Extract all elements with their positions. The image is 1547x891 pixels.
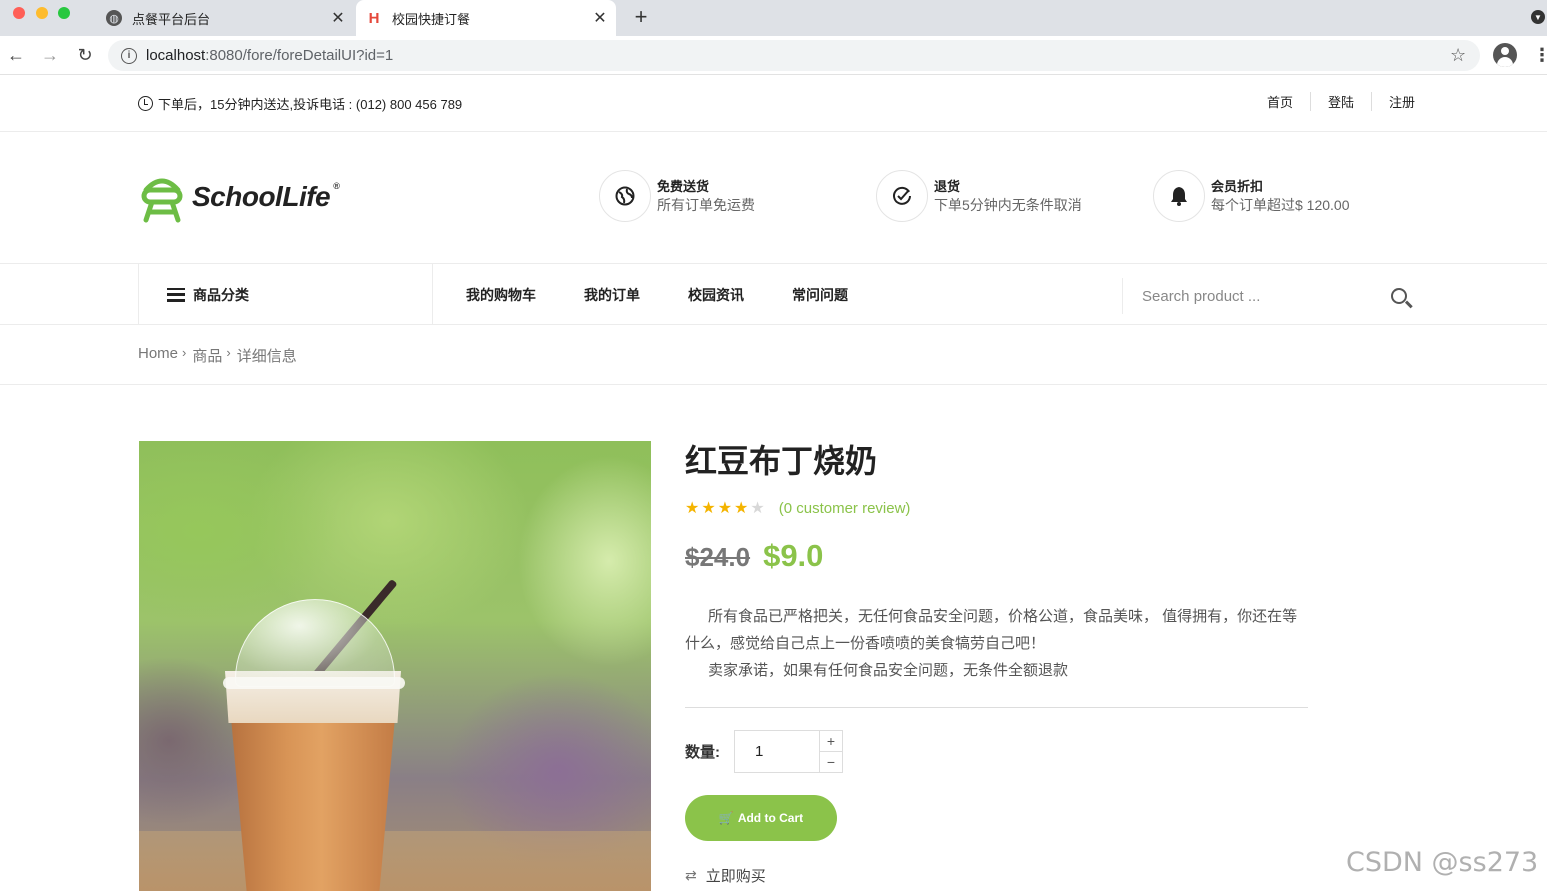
old-price: $24.0 <box>685 542 751 572</box>
close-icon[interactable]: ✕ <box>328 8 348 28</box>
window-zoom-button[interactable] <box>58 7 70 19</box>
description-paragraph: 所有食品已严格把关，无任何食品安全问题，价格公道，食品美味， 值得拥有，你还在等… <box>685 608 1298 652</box>
browser-tab-active[interactable]: H 校园快捷订餐 ✕ <box>356 0 616 36</box>
service-title: 退货 <box>934 179 961 194</box>
description-paragraph: 卖家承诺，如果有任何食品安全问题，无条件全额退款 <box>708 662 1069 679</box>
reload-icon[interactable]: ↻ <box>72 42 98 68</box>
breadcrumb-products[interactable]: 商品 <box>192 345 222 366</box>
close-icon[interactable]: ✕ <box>590 8 610 28</box>
service-desc: 所有订单免运费 <box>657 197 755 213</box>
nav-cart[interactable]: 我的购物车 <box>466 285 536 305</box>
top-links: 首页 登陆 注册 <box>1250 92 1432 111</box>
chevron-right-icon: › <box>182 345 187 360</box>
product-rating: ★ ★ ★ ★ ★ (0 customer review) <box>685 498 910 518</box>
service-desc: 每个订单超过$ 120.00 <box>1211 197 1350 213</box>
add-to-cart-label: Add to Cart <box>737 811 804 825</box>
window-close-button[interactable] <box>13 7 25 19</box>
shuffle-icon: ⇄ <box>685 867 697 883</box>
star-icon: ★ <box>701 500 716 517</box>
url-text[interactable]: localhost:8080/fore/foreDetailUI?id=1 <box>146 47 1450 64</box>
nav-campus-news[interactable]: 校园资讯 <box>688 285 744 305</box>
service-title: 免费送货 <box>657 179 710 194</box>
nav-links: 我的购物车 我的订单 校园资讯 常问问题 <box>466 264 896 325</box>
increment-icon[interactable]: + <box>820 731 842 752</box>
globe-icon: ◍ <box>106 10 122 26</box>
delivery-notice: 下单后，15分钟内送达,投诉电话 : (012) 800 456 789 <box>138 94 462 113</box>
logo-wordmark: SchoolLife ® <box>192 181 340 212</box>
tab-search-icon[interactable]: ▼ <box>1531 10 1545 24</box>
breadcrumb-bar: Home › 商品 › 详细信息 <box>0 325 1547 385</box>
service-title: 会员折扣 <box>1211 179 1264 194</box>
product-description: 所有食品已严格把关，无任何食品安全问题，价格公道，食品美味， 值得拥有，你还在等… <box>685 603 1309 684</box>
nav-orders[interactable]: 我的订单 <box>584 285 640 305</box>
breadcrumb-home[interactable]: Home <box>138 345 178 366</box>
window-minimize-button[interactable] <box>36 7 48 19</box>
product-image <box>139 441 651 891</box>
site-logo[interactable]: SchoolLife ® <box>138 170 340 224</box>
review-count-link[interactable]: (0 customer review) <box>779 500 911 517</box>
category-label: 商品分类 <box>193 286 249 303</box>
bookmark-star-icon[interactable]: ☆ <box>1450 45 1472 66</box>
quantity-stepper: + − <box>820 730 843 773</box>
divider <box>685 707 1308 708</box>
breadcrumb-current: 详细信息 <box>236 348 297 365</box>
globe-icon <box>599 170 651 222</box>
photo-rim <box>223 677 405 689</box>
photo-table <box>139 831 651 891</box>
alarm-clock-icon <box>138 96 153 111</box>
star-icon: ★ <box>685 500 700 517</box>
profile-avatar-icon[interactable] <box>1493 43 1517 67</box>
star-icon: ★ <box>734 500 749 517</box>
register-link[interactable]: 注册 <box>1372 92 1432 111</box>
quantity-input[interactable] <box>734 730 820 773</box>
service-free-shipping: 免费送货 所有订单免运费 <box>599 170 755 222</box>
schoollife-logo-icon <box>141 178 183 223</box>
price-block: $24.0 $9.0 <box>685 538 823 574</box>
decrement-icon[interactable]: − <box>820 752 842 772</box>
chevron-right-icon: › <box>226 345 231 360</box>
buy-now-label: 立即购买 <box>705 868 766 885</box>
site-favicon-icon: H <box>368 9 380 27</box>
hamburger-icon <box>167 287 185 302</box>
product-title: 红豆布丁烧奶 <box>685 443 878 479</box>
service-member-discount: 会员折扣 每个订单超过$ 120.00 <box>1153 170 1350 222</box>
cart-icon: 🛒 <box>718 811 734 825</box>
address-bar[interactable]: i localhost:8080/fore/foreDetailUI?id=1 … <box>108 40 1480 71</box>
browser-tab-bar: ◍ 点餐平台后台 ✕ H 校园快捷订餐 ✕ + ▼ <box>0 0 1547 36</box>
login-link[interactable]: 登陆 <box>1311 92 1373 111</box>
browser-tab-admin[interactable]: ◍ 点餐平台后台 ✕ <box>96 0 354 36</box>
check-circle-icon <box>876 170 928 222</box>
search-icon[interactable] <box>1391 288 1407 304</box>
current-price: $9.0 <box>763 538 824 573</box>
main-navigation: 商品分类 我的购物车 我的订单 校园资讯 常问问题 <box>0 264 1547 325</box>
add-to-cart-button[interactable]: 🛒 Add to Cart <box>685 795 837 841</box>
quantity-label: 数量: <box>685 744 720 761</box>
info-icon[interactable]: i <box>121 47 137 64</box>
buy-now-link[interactable]: ⇄ 立即购买 <box>685 865 766 886</box>
watermark: CSDN @ss273 <box>1346 847 1539 878</box>
star-empty-icon: ★ <box>750 500 765 517</box>
site-top-bar: 下单后，15分钟内送达,投诉电话 : (012) 800 456 789 首页 … <box>0 76 1547 132</box>
quantity-row: 数量: + − <box>685 730 843 773</box>
service-returns: 退货 下单5分钟内无条件取消 <box>876 170 1082 222</box>
tab-title: 校园快捷订餐 <box>392 11 471 27</box>
forward-arrow-icon[interactable]: → <box>37 42 63 68</box>
nav-faq[interactable]: 常问问题 <box>792 285 848 305</box>
search-input[interactable] <box>1123 287 1373 305</box>
address-toolbar: ← → ↻ i localhost:8080/fore/foreDetailUI… <box>0 36 1547 75</box>
new-tab-button[interactable]: + <box>628 4 654 30</box>
back-arrow-icon[interactable]: ← <box>3 42 29 68</box>
breadcrumb: Home › 商品 › 详细信息 <box>138 345 297 366</box>
star-icon: ★ <box>717 500 733 517</box>
category-menu-button[interactable]: 商品分类 <box>138 264 433 325</box>
service-desc: 下单5分钟内无条件取消 <box>934 197 1082 213</box>
tab-title: 点餐平台后台 <box>132 11 211 27</box>
notice-text: 下单后，15分钟内送达,投诉电话 : (012) 800 456 789 <box>158 97 463 112</box>
site-header: SchoolLife ® 免费送货 所有订单免运费 退货 下单5分钟内无条件取消 … <box>0 132 1547 264</box>
search-box <box>1122 278 1422 314</box>
browser-menu-icon[interactable]: ⋮ <box>1533 44 1547 66</box>
bell-icon <box>1153 170 1205 222</box>
home-link[interactable]: 首页 <box>1250 92 1312 111</box>
